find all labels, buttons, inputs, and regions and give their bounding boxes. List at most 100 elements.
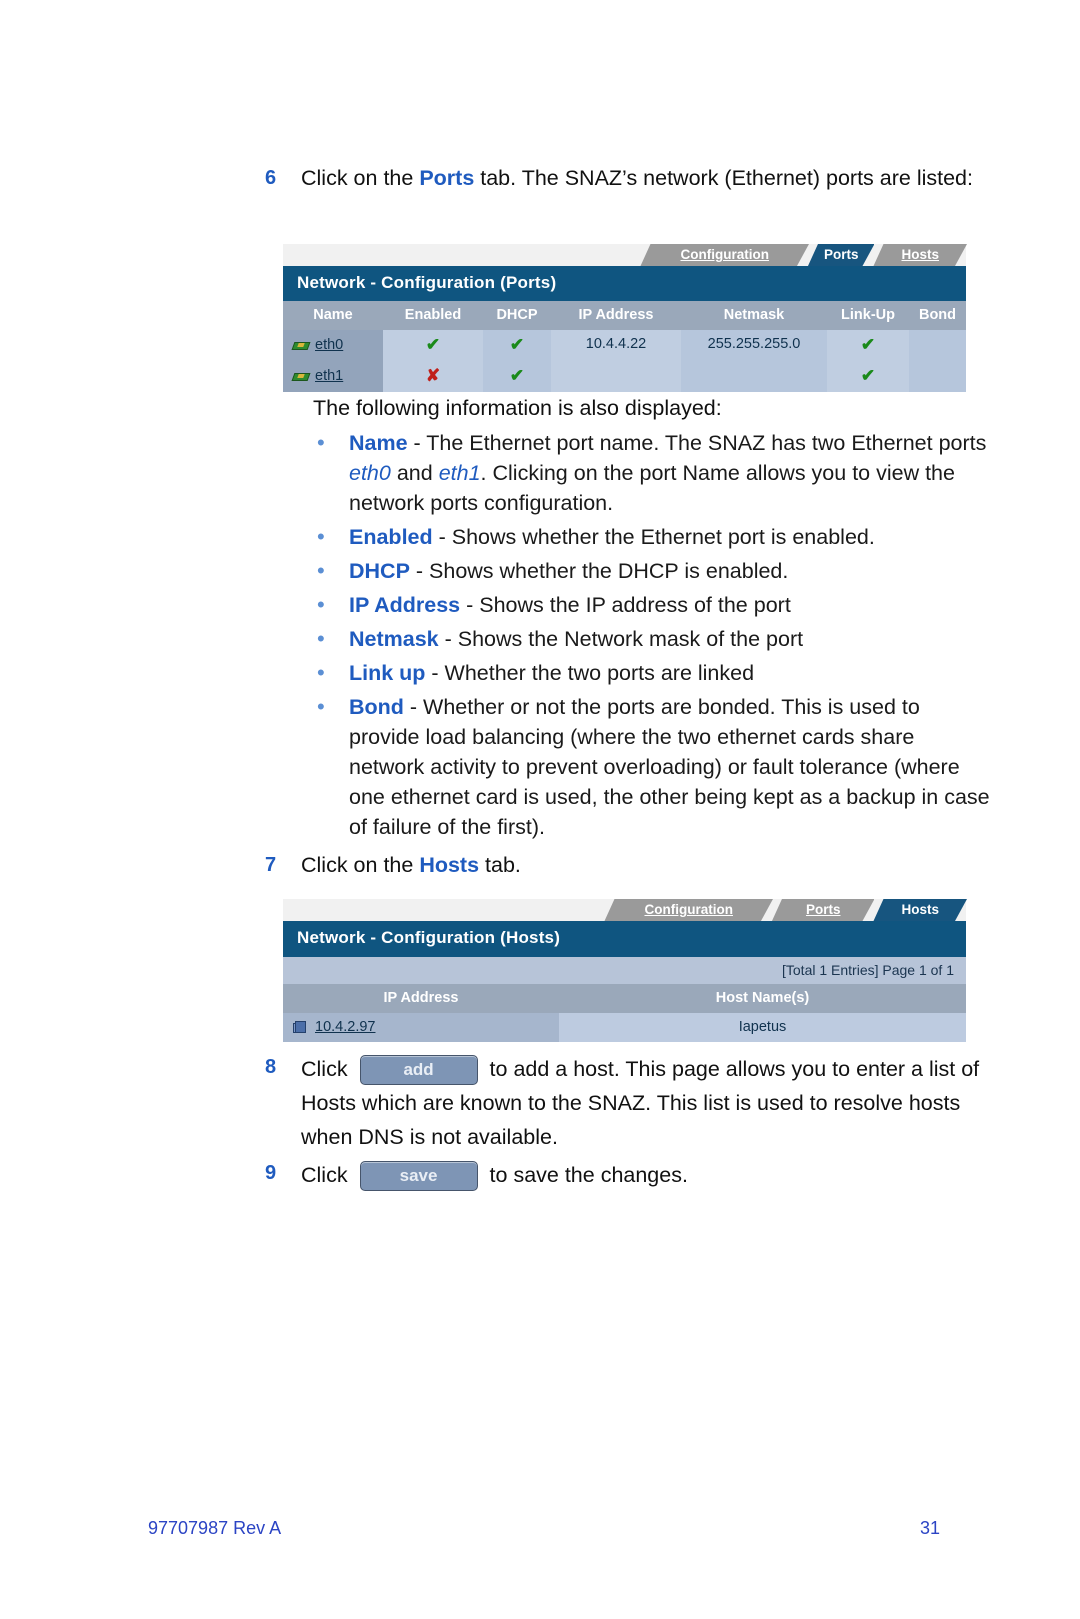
ports-row0-name-link[interactable]: eth0 bbox=[315, 337, 343, 353]
bullet-ipaddress-text: IP Address - Shows the IP address of the… bbox=[349, 590, 991, 620]
document-page: 6 Click on the Ports tab. The SNAZ’s net… bbox=[0, 0, 1080, 1619]
bullet-dot-icon: • bbox=[317, 626, 325, 651]
list-item: • DHCP - Shows whether the DHCP is enabl… bbox=[313, 556, 991, 586]
bullet-dhcp-a: - Shows whether the DHCP is enabled. bbox=[409, 559, 789, 583]
bullet-enabled-text: Enabled - Shows whether the Ethernet por… bbox=[349, 522, 991, 552]
hosts-screenshot: Configuration Ports Hosts Network - Conf… bbox=[283, 899, 966, 1042]
ports-row1-name-cell[interactable]: eth1 bbox=[283, 361, 383, 392]
hosts-row0-ip-cell[interactable]: 10.4.2.97 bbox=[283, 1013, 559, 1042]
bullet-eth1-emphasis: eth1 bbox=[438, 461, 481, 485]
tab-hosts-label: Hosts bbox=[901, 247, 939, 262]
tab-hosts-label: Hosts bbox=[901, 902, 939, 917]
ports-col-netmask: Netmask bbox=[723, 307, 785, 323]
step-8-number: 8 bbox=[265, 1056, 277, 1078]
add-button[interactable]: add bbox=[359, 1055, 478, 1086]
step-7-text-lead: Click on the bbox=[301, 853, 420, 877]
ports-col-dhcp: DHCP bbox=[496, 307, 538, 323]
bullet-netmask-a: - Shows the Network mask of the port bbox=[438, 627, 804, 651]
bullet-eth0-emphasis: eth0 bbox=[349, 461, 391, 485]
step-7-hosts-emphasis: Hosts bbox=[419, 853, 480, 877]
bullet-dot-icon: • bbox=[317, 694, 325, 719]
bullet-bond-text: Bond - Whether or not the ports are bond… bbox=[349, 692, 991, 842]
step-9-number: 9 bbox=[265, 1162, 277, 1184]
footer-document-id: 97707987 Rev A bbox=[148, 1518, 282, 1538]
tab-ports-label: Ports bbox=[805, 902, 841, 917]
bullet-bond-a: - Whether or not the ports are bonded. T… bbox=[349, 695, 990, 839]
network-card-icon bbox=[291, 370, 311, 382]
ports-screenshot: Configuration Ports Hosts Network - Conf… bbox=[283, 244, 966, 392]
step-7-number: 7 bbox=[265, 854, 277, 876]
step-6-number: 6 bbox=[265, 167, 277, 189]
tab-ports[interactable]: Ports bbox=[808, 244, 875, 266]
ports-col-bond: Bond bbox=[918, 307, 957, 323]
check-icon: ✔ bbox=[860, 366, 876, 385]
ports-row0-bond bbox=[909, 330, 966, 361]
bullet-dot-icon: • bbox=[317, 558, 325, 583]
bullet-dot-icon: • bbox=[317, 660, 325, 685]
list-item: • Enabled - Shows whether the Ethernet p… bbox=[313, 522, 991, 552]
bullet-linkup-a: - Whether the two ports are linked bbox=[425, 661, 755, 685]
check-icon: ✔ bbox=[860, 335, 876, 354]
hosts-tabbar: Configuration Ports Hosts bbox=[283, 899, 966, 921]
table-row[interactable]: eth1 ✘ ✔ ✔ bbox=[283, 361, 966, 392]
step-8-text: Click add to add a host. This page allow… bbox=[301, 1052, 995, 1154]
list-item: • IP Address - Shows the IP address of t… bbox=[313, 590, 991, 620]
step-9-text-tail: to save the changes. bbox=[483, 1163, 688, 1187]
bullet-dhcp-text: DHCP - Shows whether the DHCP is enabled… bbox=[349, 556, 991, 586]
cross-icon: ✘ bbox=[425, 366, 441, 385]
ports-row1-name-link[interactable]: eth1 bbox=[315, 368, 343, 384]
tab-configuration[interactable]: Configuration bbox=[640, 244, 808, 266]
tab-hosts[interactable]: Hosts bbox=[873, 899, 967, 921]
bullet-term-name: Name bbox=[349, 431, 408, 455]
step-6-text: Click on the Ports tab. The SNAZ’s netwo… bbox=[301, 163, 985, 193]
hosts-pager: [Total 1 Entries] Page 1 of 1 bbox=[283, 957, 966, 984]
ports-col-ip: IP Address bbox=[578, 307, 654, 323]
ports-row0-name-cell[interactable]: eth0 bbox=[283, 330, 383, 361]
step-9: 9 Click save to save the changes. bbox=[265, 1158, 995, 1192]
bullet-ipaddress-a: - Shows the IP address of the port bbox=[460, 593, 791, 617]
step-6-ports-emphasis: Ports bbox=[419, 166, 475, 190]
tabbar-spacer bbox=[283, 899, 605, 921]
bullet-linkup-text: Link up - Whether the two ports are link… bbox=[349, 658, 991, 688]
ports-row1-linkup: ✔ bbox=[827, 361, 909, 392]
step-8: 8 Click add to add a host. This page all… bbox=[265, 1052, 995, 1154]
tab-configuration[interactable]: Configuration bbox=[604, 899, 772, 921]
page-footer: 97707987 Rev A 31 bbox=[0, 1518, 1080, 1539]
table-row[interactable]: eth0 ✔ ✔ 10.4.4.22 255.255.255.0 ✔ bbox=[283, 330, 966, 361]
tab-hosts[interactable]: Hosts bbox=[873, 244, 967, 266]
ports-row0-linkup: ✔ bbox=[827, 330, 909, 361]
bullet-term-enabled: Enabled bbox=[349, 525, 433, 549]
ports-field-bullets: • Name - The Ethernet port name. The SNA… bbox=[313, 428, 991, 846]
host-computer-icon bbox=[293, 1020, 309, 1035]
check-icon: ✔ bbox=[509, 335, 525, 354]
bullet-dot-icon: • bbox=[317, 524, 325, 549]
bullet-term-netmask: Netmask bbox=[349, 627, 439, 651]
following-info-paragraph: The following information is also displa… bbox=[313, 396, 722, 420]
step-8-text-lead: Click bbox=[301, 1057, 354, 1081]
hosts-row0-ip-link[interactable]: 10.4.2.97 bbox=[315, 1019, 375, 1035]
ports-row0-netmask: 255.255.255.0 bbox=[681, 330, 827, 361]
step-6-text-lead: Click on the bbox=[301, 166, 420, 190]
tab-configuration-label: Configuration bbox=[680, 247, 769, 262]
step-6-text-tail: tab. The SNAZ’s network (Ethernet) ports… bbox=[474, 166, 973, 190]
ports-row0-ip: 10.4.4.22 bbox=[551, 330, 681, 361]
list-item: • Name - The Ethernet port name. The SNA… bbox=[313, 428, 991, 518]
step-7: 7 Click on the Hosts tab. bbox=[265, 850, 985, 880]
tabbar-spacer bbox=[283, 244, 641, 266]
footer-page-number: 31 bbox=[919, 1518, 940, 1538]
bullet-netmask-text: Netmask - Shows the Network mask of the … bbox=[349, 624, 991, 654]
ports-row1-bond bbox=[909, 361, 966, 392]
ports-row1-netmask bbox=[681, 361, 827, 392]
hosts-column-headers: IP Address Host Name(s) bbox=[283, 984, 966, 1013]
ports-col-linkup: Link-Up bbox=[841, 307, 895, 323]
tab-ports-label: Ports bbox=[823, 247, 859, 262]
tab-ports[interactable]: Ports bbox=[772, 899, 875, 921]
check-icon: ✔ bbox=[425, 335, 441, 354]
table-row[interactable]: 10.4.2.97 Iapetus bbox=[283, 1013, 966, 1042]
hosts-col-ip: IP Address bbox=[383, 990, 459, 1006]
save-button[interactable]: save bbox=[359, 1161, 478, 1192]
hosts-col-hostname: Host Name(s) bbox=[715, 990, 810, 1006]
ports-row0-enabled: ✔ bbox=[383, 330, 483, 361]
step-9-text: Click save to save the changes. bbox=[301, 1158, 995, 1192]
bullet-dot-icon: • bbox=[317, 592, 325, 617]
